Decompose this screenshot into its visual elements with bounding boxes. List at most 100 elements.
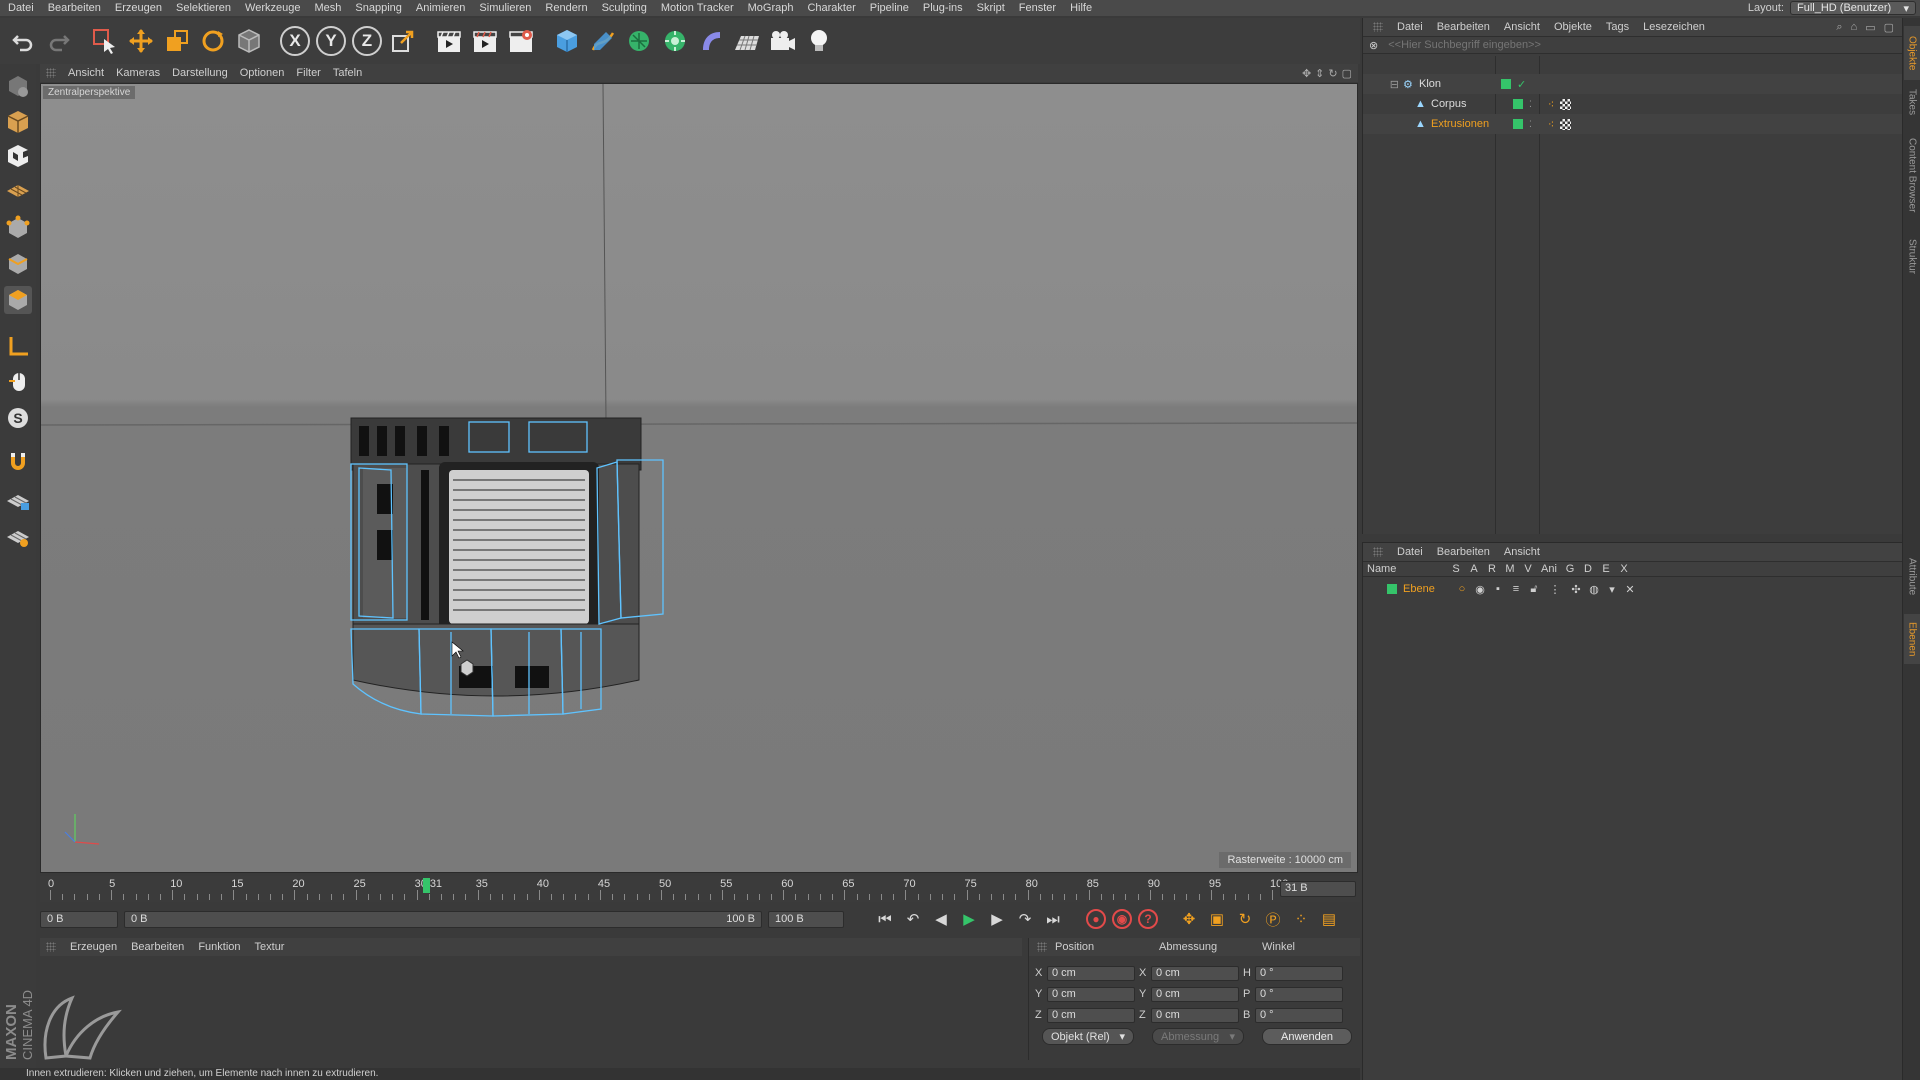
timeline-ruler[interactable]: 0510152025303540455055606570758085909510… — [40, 876, 1360, 902]
render-picture-viewer-button[interactable] — [468, 22, 502, 60]
texture-tag-icon[interactable] — [1560, 98, 1572, 110]
viewport-menu-optionen[interactable]: Optionen — [240, 67, 285, 79]
tab-ebenen[interactable]: Ebenen — [1904, 614, 1920, 664]
timeline-playhead[interactable] — [422, 878, 430, 893]
om-menu-datei[interactable]: Datei — [1397, 21, 1423, 33]
key-parameter-button[interactable]: Ⓟ — [1262, 908, 1284, 930]
col-deformers[interactable]: D — [1579, 563, 1597, 575]
spline-pen-button[interactable] — [586, 22, 620, 60]
col-expressions[interactable]: E — [1597, 563, 1615, 575]
workplane-mode-button[interactable] — [4, 176, 32, 204]
next-key-button[interactable]: ↷ — [1014, 908, 1036, 930]
rotation-h-input[interactable]: 0 ° — [1255, 965, 1343, 981]
scale-tool-button[interactable] — [160, 22, 194, 60]
points-mode-button[interactable] — [4, 214, 32, 242]
object-row-klon[interactable]: ⊟ ⚙ Klon ✓ — [1363, 74, 1903, 94]
key-position-button[interactable]: ✥ — [1178, 908, 1200, 930]
lm-menu-bearbeiten[interactable]: Bearbeiten — [1437, 546, 1490, 558]
undo-button[interactable] — [6, 22, 40, 60]
move-view-icon[interactable]: ✥ — [1302, 67, 1311, 80]
coordinate-mode-select[interactable]: Objekt (Rel) ▾ — [1042, 1028, 1134, 1045]
go-to-end-button[interactable]: ⏭ — [1042, 908, 1064, 930]
col-name[interactable]: Name — [1363, 563, 1447, 575]
menu-item-mograph[interactable]: MoGraph — [741, 2, 801, 14]
axis-mode-button[interactable] — [4, 332, 32, 360]
phong-tag-icon[interactable]: ⁖ — [1548, 118, 1554, 131]
viewport-menu-tafeln[interactable]: Tafeln — [333, 67, 362, 79]
rotate-view-icon[interactable]: ↻ — [1328, 67, 1337, 80]
viewport-menu-kameras[interactable]: Kameras — [116, 67, 160, 79]
menu-item-animieren[interactable]: Animieren — [409, 2, 473, 14]
render-toggle-icon[interactable]: ▪ — [1489, 583, 1507, 595]
polygons-mode-button[interactable] — [4, 286, 32, 314]
object-row-corpus[interactable]: ▲ Corpus ⁚ ⁖ — [1363, 94, 1903, 114]
render-settings-button[interactable] — [504, 22, 538, 60]
manager-toggle-icon[interactable]: ≡ — [1507, 583, 1525, 595]
om-menu-tags[interactable]: Tags — [1606, 21, 1629, 33]
start-frame-field[interactable]: 0 B — [40, 910, 118, 928]
size-x-input[interactable]: 0 cm — [1151, 965, 1239, 981]
om-menu-bearbeiten[interactable]: Bearbeiten — [1437, 21, 1490, 33]
end-frame-field[interactable]: 100 B — [768, 910, 844, 928]
autokeying-button[interactable]: ◉ — [1112, 909, 1132, 929]
material-manager-panel[interactable] — [40, 956, 1022, 1060]
layer-row-ebene[interactable]: Ebene ○ ◉ ▪ ≡ 🔓︎ ⋮ ✣ ◍ ▾ ✕ — [1363, 581, 1903, 597]
panel-grip-icon[interactable] — [46, 68, 56, 78]
col-generators[interactable]: G — [1561, 563, 1579, 575]
tab-content-browser[interactable]: Content Browser — [1904, 124, 1920, 226]
tweak-mode-button[interactable] — [4, 368, 32, 396]
deformer-toggle-icon[interactable]: ◍ — [1585, 583, 1603, 596]
panel-grip-icon[interactable] — [1373, 547, 1383, 557]
minimize-icon[interactable]: ▭ — [1865, 21, 1875, 34]
enabled-check-icon[interactable]: ✓ — [1517, 78, 1526, 91]
menu-item-skript[interactable]: Skript — [970, 2, 1012, 14]
object-row-extrusionen[interactable]: ▲ Extrusionen ⁚ ⁖ — [1363, 114, 1903, 134]
cloner-button[interactable] — [658, 22, 692, 60]
tab-attribute[interactable]: Attribute — [1904, 546, 1920, 608]
model-mode-button[interactable] — [4, 108, 32, 136]
record-active-objects-button[interactable]: ● — [1086, 909, 1106, 929]
menu-item-motion-tracker[interactable]: Motion Tracker — [654, 2, 741, 14]
lm-menu-ansicht[interactable]: Ansicht — [1504, 546, 1540, 558]
quantize-button[interactable] — [4, 486, 32, 514]
render-view-button[interactable] — [432, 22, 466, 60]
om-menu-objekte[interactable]: Objekte — [1554, 21, 1592, 33]
menu-item-fenster[interactable]: Fenster — [1012, 2, 1063, 14]
current-frame-field[interactable]: 31 B — [1280, 881, 1356, 897]
texture-mode-button[interactable] — [4, 142, 32, 170]
menu-item-snapping[interactable]: Snapping — [348, 2, 409, 14]
menu-item-mesh[interactable]: Mesh — [307, 2, 348, 14]
col-render[interactable]: R — [1483, 563, 1501, 575]
col-view[interactable]: A — [1465, 563, 1483, 575]
position-x-input[interactable]: 0 cm — [1047, 965, 1135, 981]
position-y-input[interactable]: 0 cm — [1047, 986, 1135, 1002]
panel-grip-icon[interactable] — [1037, 942, 1047, 952]
key-pla-button[interactable]: ⁘ — [1290, 908, 1312, 930]
recent-tool-button[interactable] — [232, 22, 266, 60]
snapping-button[interactable] — [4, 448, 32, 476]
layout-select[interactable]: Full_HD (Benutzer) ▾ — [1790, 1, 1916, 15]
move-tool-button[interactable] — [124, 22, 158, 60]
panel-grip-icon[interactable] — [46, 942, 56, 952]
menu-item-hilfe[interactable]: Hilfe — [1063, 2, 1099, 14]
phong-tag-icon[interactable]: ⁖ — [1548, 98, 1554, 111]
timeline-window-button[interactable]: ▤ — [1318, 908, 1340, 930]
solo-toggle-icon[interactable]: ○ — [1453, 583, 1471, 595]
menu-item-werkzeuge[interactable]: Werkzeuge — [238, 2, 307, 14]
viewport-menu-darstellung[interactable]: Darstellung — [172, 67, 228, 79]
home-icon[interactable]: ⌂ — [1851, 21, 1858, 34]
menu-item-pipeline[interactable]: Pipeline — [863, 2, 916, 14]
menu-item-charakter[interactable]: Charakter — [800, 2, 862, 14]
animation-toggle-icon[interactable]: ⋮ — [1543, 583, 1567, 596]
om-menu-lesezeichen[interactable]: Lesezeichen — [1643, 21, 1705, 33]
close-icon[interactable]: ⊗ — [1369, 39, 1378, 52]
generator-toggle-icon[interactable]: ✣ — [1567, 583, 1585, 596]
collapse-toggle-icon[interactable]: ⊟ — [1363, 78, 1399, 91]
next-frame-button[interactable]: ▶ — [986, 908, 1008, 930]
layer-color-swatch[interactable] — [1513, 99, 1523, 109]
size-y-input[interactable]: 0 cm — [1151, 986, 1239, 1002]
maximize-view-icon[interactable]: ▢ — [1342, 67, 1352, 80]
viewport-menu-filter[interactable]: Filter — [296, 67, 320, 79]
layer-color-swatch[interactable] — [1501, 79, 1511, 89]
rotation-p-input[interactable]: 0 ° — [1255, 986, 1343, 1002]
